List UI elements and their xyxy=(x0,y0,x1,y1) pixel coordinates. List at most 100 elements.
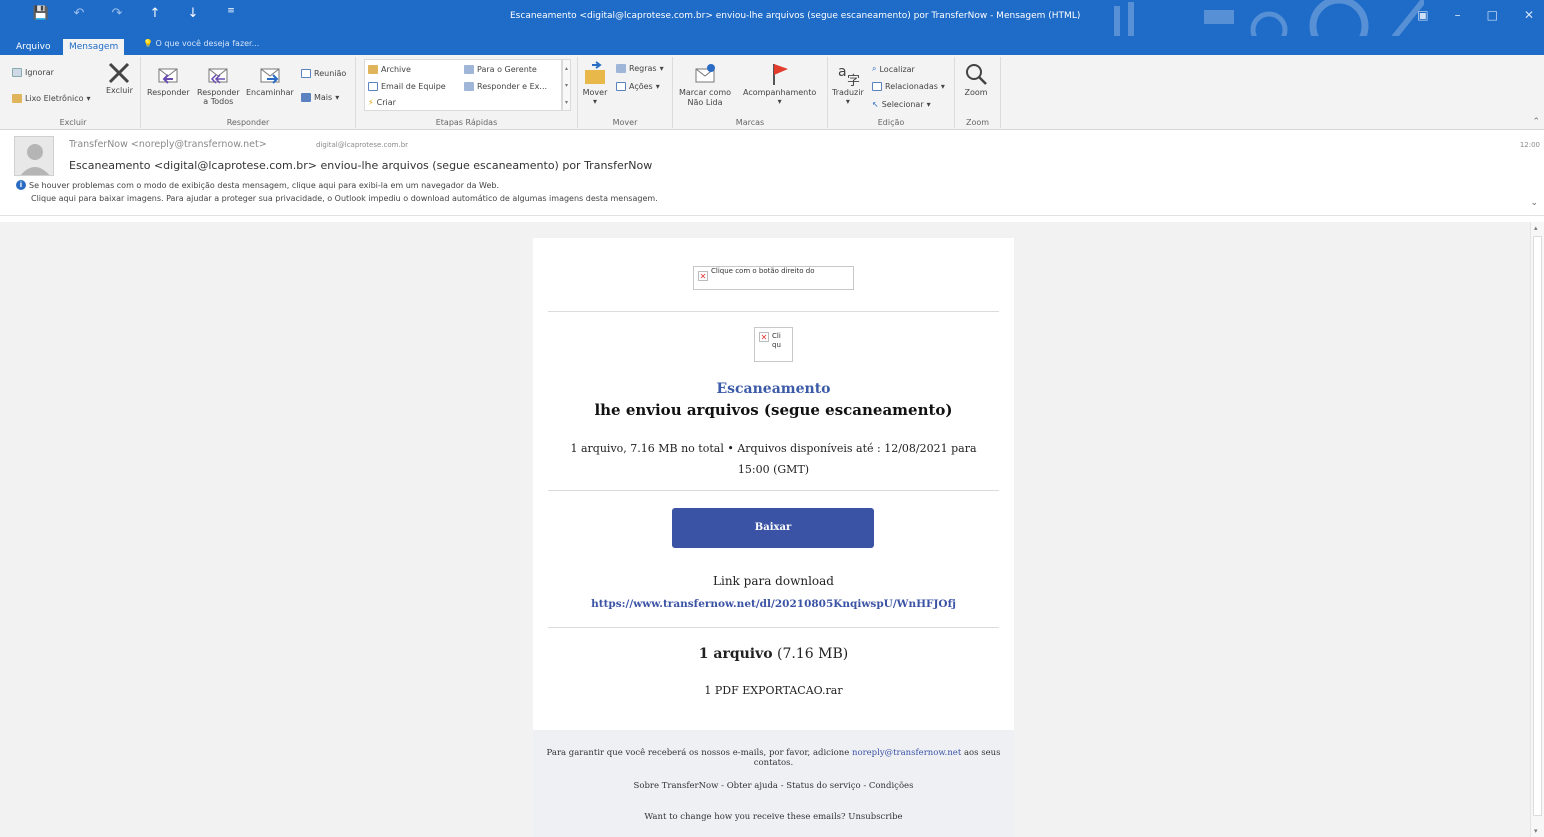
group-edit-label: Edição xyxy=(877,118,905,127)
magnifier-icon xyxy=(966,64,987,85)
next-item-icon[interactable]: ↓ xyxy=(174,6,212,21)
svg-text:字: 字 xyxy=(847,74,860,87)
junk-button[interactable]: Lixo Eletrônico ▾ xyxy=(12,94,91,103)
ribbon-display-icon[interactable]: ▣ xyxy=(1417,8,1428,22)
scrollbar[interactable]: ▴ ▾ xyxy=(1530,222,1544,837)
actions-label: Ações xyxy=(629,82,653,91)
chevron-down-icon: ▾ xyxy=(940,82,945,91)
translate-icon: a字 xyxy=(838,64,860,87)
more-respond-button[interactable]: Mais ▾ xyxy=(301,93,339,102)
group-tags-label: Marcas xyxy=(735,118,765,127)
tell-me-box[interactable]: 💡 O que você deseja fazer... xyxy=(143,39,259,48)
infobar-view-in-browser[interactable]: i Se houver problemas com o modo de exibi… xyxy=(16,180,499,190)
undo-icon[interactable]: ↶ xyxy=(60,6,98,21)
to-manager-icon xyxy=(464,65,474,74)
group-delete-label: Excluir xyxy=(59,118,87,127)
scroll-up-icon[interactable]: ▴ xyxy=(1534,224,1538,232)
rules-icon xyxy=(616,64,626,73)
window-title: Escaneamento <digital@lcaprotese.com.br>… xyxy=(510,11,1081,21)
move-button[interactable]: Mover ▾ xyxy=(582,61,608,106)
to-manager-step[interactable]: Para o Gerente xyxy=(464,65,537,74)
download-title: Link para download xyxy=(713,574,834,588)
find-button[interactable]: ⌕ Localizar xyxy=(872,64,915,74)
mark-unread-button[interactable]: Marcar como Não Lida xyxy=(679,61,731,108)
chevron-down-icon: ▾ xyxy=(335,93,340,102)
gallery-scroll[interactable]: ▴ ▾ ▾ xyxy=(562,59,571,111)
more-icon xyxy=(301,93,311,102)
archive-label: Archive xyxy=(381,65,411,74)
download-button[interactable]: Baixar xyxy=(672,508,874,548)
unsubscribe-text[interactable]: Want to change how you receive these ema… xyxy=(533,812,1014,822)
create-label: Criar xyxy=(376,98,396,107)
close-icon[interactable]: ✕ xyxy=(1524,8,1534,22)
meeting-button[interactable]: Reunião xyxy=(301,69,346,78)
reply-all-button[interactable]: Responder a Todos xyxy=(197,61,240,106)
expand-header-icon[interactable]: ⌄ xyxy=(1530,198,1538,208)
collapse-ribbon-icon[interactable]: ⌃ xyxy=(1532,117,1540,127)
sender[interactable]: TransferNow <noreply@transfernow.net> xyxy=(69,139,267,150)
delete-label: Excluir xyxy=(106,86,133,95)
message-header: TransferNow <noreply@transfernow.net> di… xyxy=(0,130,1544,216)
footer-contacts: Para garantir que você receberá os nosso… xyxy=(533,748,1014,768)
group-edit: a字 Traduzir ▾ ⌕ Localizar Relacionadas ▾ ↖ S… xyxy=(828,57,955,128)
scrollbar-thumb[interactable] xyxy=(1533,236,1542,816)
group-respond-label: Responder xyxy=(226,118,270,127)
avatar xyxy=(14,136,54,176)
find-icon: ⌕ xyxy=(872,64,877,73)
related-button[interactable]: Relacionadas ▾ xyxy=(872,82,945,91)
ignore-button[interactable]: Ignorar xyxy=(12,68,54,77)
mark-unread-label-2: Não Lida xyxy=(687,98,723,107)
reply-button[interactable]: Responder xyxy=(147,61,190,97)
translate-button[interactable]: a字 Traduzir ▾ xyxy=(832,61,864,106)
reply-label: Responder xyxy=(147,88,190,97)
lightbulb-icon: 💡 xyxy=(143,39,153,48)
team-email-icon xyxy=(368,82,378,91)
recipient[interactable]: digital@lcaprotese.com.br xyxy=(316,141,408,149)
infobar-download-images[interactable]: Clique aqui para baixar imagens. Para aj… xyxy=(31,194,658,203)
footer-pre: Para garantir que você receberá os nosso… xyxy=(546,748,852,758)
info-icon: i xyxy=(16,180,26,190)
archive-icon xyxy=(368,65,378,74)
redo-icon[interactable]: ↷ xyxy=(98,6,136,21)
save-icon[interactable]: 💾 xyxy=(22,6,60,21)
find-label: Localizar xyxy=(879,64,915,74)
download-link[interactable]: https://www.transfernow.net/dl/20210805K… xyxy=(533,598,1014,610)
scroll-down-icon[interactable]: ▾ xyxy=(1534,827,1538,835)
flag-icon xyxy=(772,64,788,85)
customize-qat-icon[interactable]: ≡ xyxy=(212,6,250,21)
received-time: 12:00 xyxy=(1519,141,1540,149)
reply-all-label-1: Responder xyxy=(197,88,240,97)
reply-delete-step[interactable]: Responder e Ex... xyxy=(464,82,547,91)
related-label: Relacionadas xyxy=(885,82,938,91)
maximize-icon[interactable]: □ xyxy=(1487,8,1498,22)
create-step[interactable]: ⚡ Criar xyxy=(368,98,396,107)
reply-delete-icon xyxy=(464,82,474,91)
zoom-button[interactable]: Zoom xyxy=(963,61,989,97)
minimize-icon[interactable]: – xyxy=(1455,8,1461,22)
team-email-step[interactable]: Email de Equipe xyxy=(368,82,446,91)
follow-up-button[interactable]: Acompanhamento ▾ xyxy=(743,61,816,106)
select-button[interactable]: ↖ Selecionar ▾ xyxy=(872,100,931,109)
group-move-label: Mover xyxy=(612,118,638,127)
forward-button[interactable]: Encaminhar xyxy=(246,61,294,97)
group-quick-steps: Archive Email de Equipe ⚡ Criar Para o Ge… xyxy=(356,57,578,128)
broken-image-avatar[interactable]: ✕ Cli qu xyxy=(754,327,793,362)
tab-file[interactable]: Arquivo xyxy=(10,39,56,55)
actions-button[interactable]: Ações ▾ xyxy=(616,82,660,91)
broken-image-logo[interactable]: ✕Clique com o botão direito do xyxy=(693,266,854,290)
archive-step[interactable]: Archive xyxy=(368,65,411,74)
delete-button[interactable]: Excluir xyxy=(106,61,133,95)
lightning-icon: ⚡ xyxy=(368,98,374,107)
sender-name: Escaneamento xyxy=(716,381,831,397)
subject: Escaneamento <digital@lcaprotese.com.br>… xyxy=(69,159,653,172)
previous-item-icon[interactable]: ↑ xyxy=(136,6,174,21)
group-quick-steps-label: Etapas Rápidas xyxy=(435,118,498,127)
tab-message[interactable]: Mensagem xyxy=(63,39,125,55)
forward-label: Encaminhar xyxy=(246,88,294,97)
chevron-down-icon: ▾ xyxy=(926,100,931,109)
select-cursor-icon: ↖ xyxy=(872,100,879,109)
footer-links[interactable]: Sobre TransferNow - Obter ajuda - Status… xyxy=(533,781,1014,791)
rules-button[interactable]: Regras ▾ xyxy=(616,64,664,73)
footer-email-link[interactable]: noreply@transfernow.net xyxy=(852,748,961,758)
chevron-down-icon: ▾ xyxy=(655,82,660,91)
